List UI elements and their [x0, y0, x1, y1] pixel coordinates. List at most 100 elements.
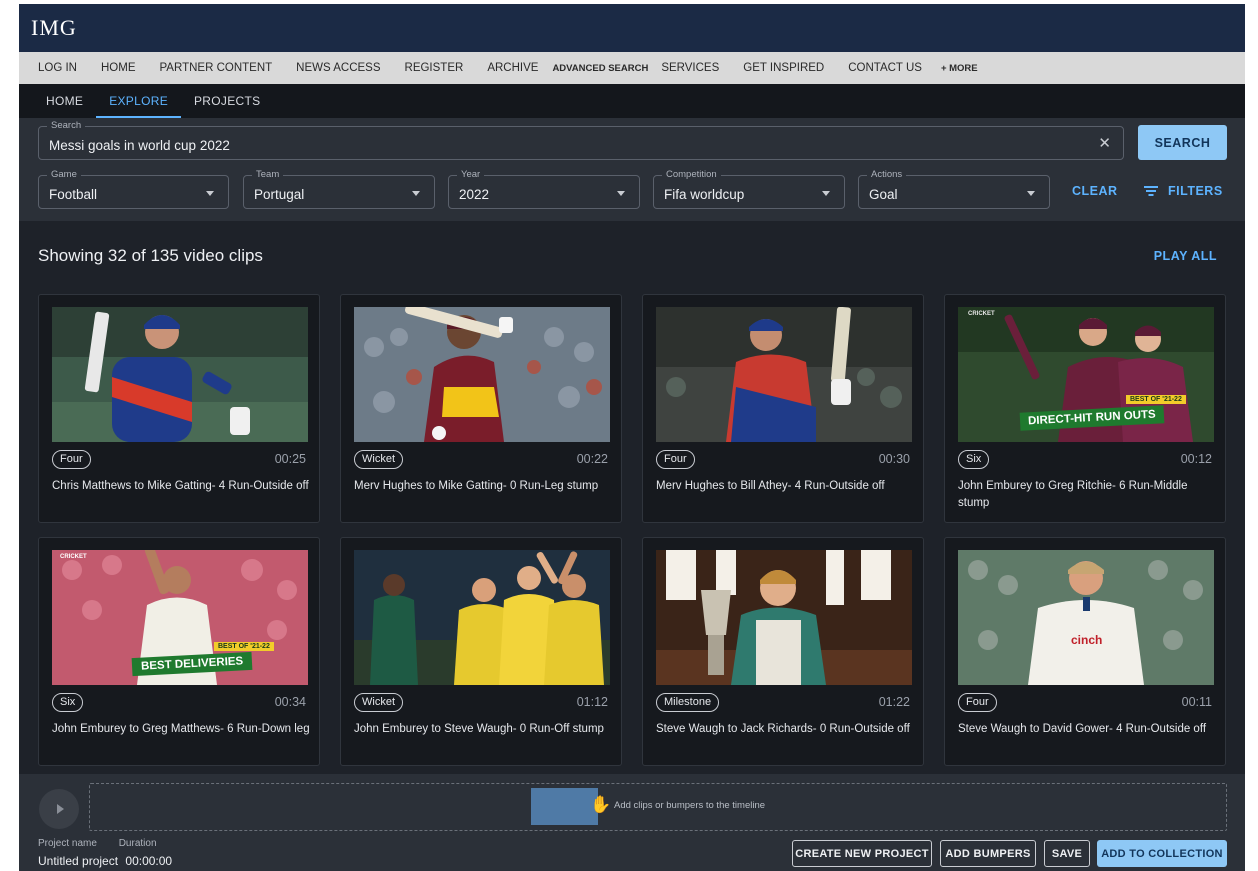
clip-thumbnail[interactable]: CRICKET BEST OF '21-22 BEST DELIVERIES: [52, 550, 308, 685]
search-button[interactable]: SEARCH: [1138, 125, 1227, 160]
img-logo[interactable]: IMG: [31, 15, 77, 41]
clip-title[interactable]: Steve Waugh to Jack Richards- 0 Run-Outs…: [656, 721, 918, 738]
project-values: Untitled project 00:00:00: [38, 854, 172, 868]
game-select[interactable]: Game Football: [38, 169, 229, 209]
clip-title[interactable]: Steve Waugh to David Gower- 4 Run-Outsid…: [958, 721, 1220, 738]
tab-projects[interactable]: PROJECTS: [181, 84, 273, 118]
nav-get-inspired[interactable]: GET INSPIRED: [743, 62, 824, 74]
clip-thumbnail[interactable]: [656, 307, 912, 442]
cricket-badge: CRICKET: [968, 311, 995, 317]
clip-tag[interactable]: Milestone: [656, 693, 720, 712]
chevron-down-icon: [617, 191, 625, 196]
clip-title[interactable]: Merv Hughes to Mike Gatting- 0 Run-Leg s…: [354, 478, 616, 495]
app-frame: IMG LOG IN HOME PARTNER CONTENT NEWS ACC…: [19, 4, 1245, 871]
clip-tag[interactable]: Wicket: [354, 693, 403, 712]
clip-card[interactable]: CRICKET BEST OF '21-22 DIRECT-HIT RUN OU…: [944, 294, 1226, 523]
results-heading: Showing 32 of 135 video clips: [38, 246, 263, 265]
search-input[interactable]: Messi goals in world cup 2022: [49, 138, 230, 153]
clip-tag[interactable]: Wicket: [354, 450, 403, 469]
chevron-down-icon: [822, 191, 830, 196]
actions-label: Actions: [867, 169, 907, 181]
add-bumpers-button[interactable]: ADD BUMPERS: [940, 840, 1036, 867]
nav-more[interactable]: + MORE: [941, 63, 978, 74]
project-name[interactable]: Untitled project: [38, 854, 118, 868]
actions-select[interactable]: Actions Goal: [858, 169, 1050, 209]
clip-tag[interactable]: Four: [958, 693, 997, 712]
clip-tag[interactable]: Six: [52, 693, 84, 712]
search-field[interactable]: Search Messi goals in world cup 2022 ✕: [38, 120, 1124, 160]
timeline-dropzone[interactable]: ✋ Add clips or bumpers to the timeline: [89, 783, 1227, 831]
clip-title[interactable]: John Emburey to Greg Ritchie- 6 Run-Midd…: [958, 478, 1220, 511]
chevron-down-icon: [412, 191, 420, 196]
filter-icon: [1144, 186, 1158, 196]
competition-label: Competition: [662, 169, 721, 181]
search-panel: Search Messi goals in world cup 2022 ✕ S…: [19, 118, 1245, 221]
play-icon: [57, 804, 64, 814]
chevron-down-icon: [1027, 191, 1035, 196]
overlay-best-of: BEST OF '21-22: [214, 642, 274, 651]
clip-card[interactable]: Milestone 01:22 Steve Waugh to Jack Rich…: [642, 537, 924, 766]
clip-card[interactable]: Four 00:25 Chris Matthews to Mike Gattin…: [38, 294, 320, 523]
competition-select[interactable]: Competition Fifa worldcup: [653, 169, 845, 209]
clip-thumbnail[interactable]: [354, 550, 610, 685]
nav-contact-us[interactable]: CONTACT US: [848, 62, 922, 74]
play-button[interactable]: [39, 789, 79, 829]
create-new-project-button[interactable]: CREATE NEW PROJECT: [792, 840, 932, 867]
filters-button[interactable]: FILTERS: [1144, 184, 1223, 198]
nav-archive[interactable]: ARCHIVE: [487, 62, 538, 74]
project-duration: 00:00:00: [125, 854, 173, 868]
nav-home[interactable]: HOME: [101, 62, 136, 74]
timeline-hint: Add clips or bumpers to the timeline: [614, 800, 766, 811]
clip-duration: 01:12: [576, 695, 608, 709]
clip-card[interactable]: Wicket 00:22 Merv Hughes to Mike Gatting…: [340, 294, 622, 523]
clip-tag[interactable]: Six: [958, 450, 990, 469]
nav-news-access[interactable]: NEWS ACCESS: [296, 62, 380, 74]
top-navigation: LOG IN HOME PARTNER CONTENT NEWS ACCESS …: [19, 52, 1245, 84]
clip-thumbnail[interactable]: [52, 307, 308, 442]
clip-title[interactable]: Chris Matthews to Mike Gatting- 4 Run-Ou…: [52, 478, 314, 495]
tab-explore[interactable]: EXPLORE: [96, 84, 181, 118]
nav-partner-content[interactable]: PARTNER CONTENT: [159, 62, 272, 74]
chevron-down-icon: [206, 191, 214, 196]
save-button[interactable]: SAVE: [1044, 840, 1090, 867]
dragged-clip-placeholder[interactable]: [531, 788, 598, 825]
clip-card[interactable]: Wicket 01:12 John Emburey to Steve Waugh…: [340, 537, 622, 766]
team-label: Team: [252, 169, 284, 181]
tab-home[interactable]: HOME: [33, 84, 96, 118]
close-icon[interactable]: ✕: [1098, 136, 1111, 151]
clip-duration: 00:34: [274, 695, 306, 709]
brand-bar: IMG: [19, 4, 1245, 52]
add-to-collection-button[interactable]: ADD TO COLLECTION: [1097, 840, 1227, 867]
clear-button[interactable]: CLEAR: [1072, 184, 1118, 198]
clip-title[interactable]: Merv Hughes to Bill Athey- 4 Run-Outside…: [656, 478, 918, 495]
clip-thumbnail[interactable]: cinch: [958, 550, 1214, 685]
clip-tag[interactable]: Four: [52, 450, 91, 469]
nav-register[interactable]: REGISTER: [405, 62, 464, 74]
team-select[interactable]: Team Portugal: [243, 169, 435, 209]
team-value: Portugal: [254, 187, 305, 202]
clip-thumbnail[interactable]: [354, 307, 610, 442]
play-all-button[interactable]: PLAY ALL: [1154, 249, 1217, 263]
filters-label: FILTERS: [1168, 184, 1223, 198]
clip-thumbnail[interactable]: [656, 550, 912, 685]
game-value: Football: [49, 187, 98, 202]
nav-log-in[interactable]: LOG IN: [38, 62, 77, 74]
clip-title[interactable]: John Emburey to Steve Waugh- 0 Run-Off s…: [354, 721, 616, 738]
year-select[interactable]: Year 2022: [448, 169, 640, 209]
actions-value: Goal: [869, 187, 898, 202]
clip-tag[interactable]: Four: [656, 450, 695, 469]
nav-services[interactable]: SERVICES: [661, 62, 719, 74]
year-label: Year: [457, 169, 485, 181]
clip-card[interactable]: cinch Four 00:11 Steve Waugh to David Go…: [944, 537, 1226, 766]
nav-advanced-search[interactable]: ADVANCED SEARCH: [552, 63, 648, 74]
project-name-label: Project name: [38, 838, 97, 849]
clip-card[interactable]: Four 00:30 Merv Hughes to Bill Athey- 4 …: [642, 294, 924, 523]
year-value: 2022: [459, 187, 490, 202]
clip-duration: 00:25: [274, 452, 306, 466]
clip-thumbnail[interactable]: CRICKET BEST OF '21-22 DIRECT-HIT RUN OU…: [958, 307, 1214, 442]
clip-card[interactable]: CRICKET BEST OF '21-22 BEST DELIVERIES S…: [38, 537, 320, 766]
shirt-sponsor: cinch: [1071, 633, 1103, 647]
hand-cursor-icon: ✋: [590, 795, 612, 814]
clip-duration: 00:30: [878, 452, 910, 466]
clip-title[interactable]: John Emburey to Greg Matthews- 6 Run-Dow…: [52, 721, 314, 738]
